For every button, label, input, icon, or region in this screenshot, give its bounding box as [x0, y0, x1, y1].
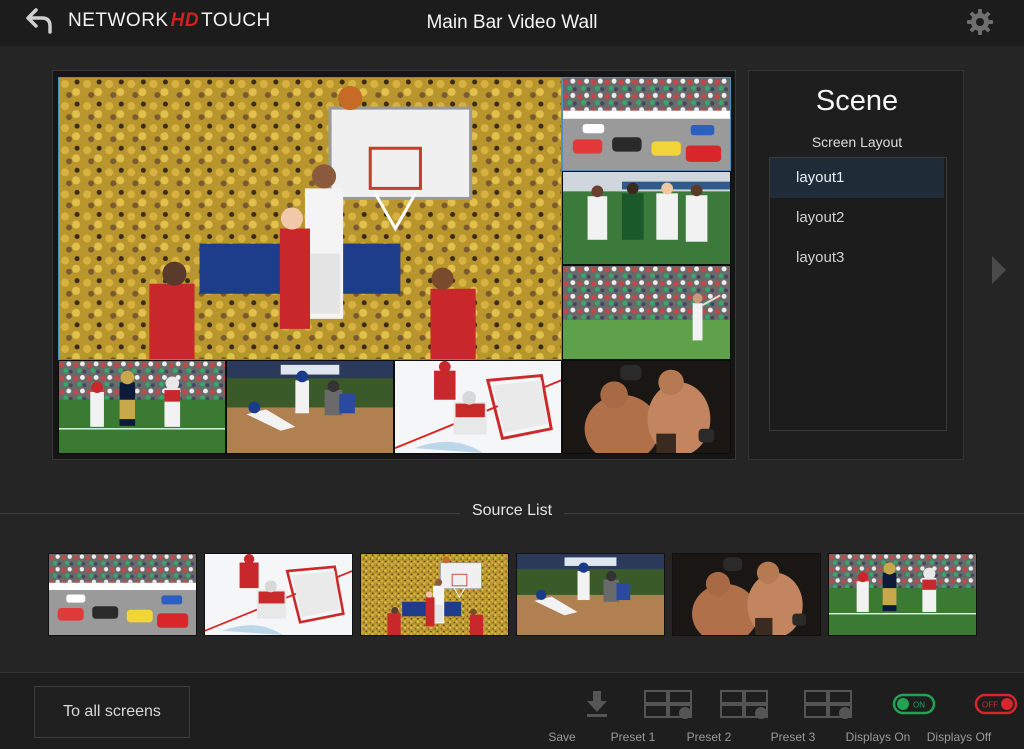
settings-button[interactable] — [966, 8, 994, 36]
displays-off-label: Displays Off — [926, 730, 992, 744]
football-scene-image — [829, 554, 976, 635]
chevron-right-icon — [992, 256, 1006, 284]
displays-off-button[interactable]: OFF Displays Off — [922, 688, 1018, 746]
layout-item-3[interactable]: layout3 — [770, 238, 944, 278]
scene-title: Scene — [815, 85, 899, 117]
displays-on-label: Displays On — [845, 730, 911, 744]
video-wall — [52, 70, 736, 460]
gear-icon — [967, 9, 993, 35]
wall-tile-soccer[interactable] — [562, 171, 731, 265]
displays-on-button[interactable]: ON Displays On — [842, 688, 936, 746]
preset-1-label: Preset 1 — [610, 730, 656, 744]
toggle-off-icon: OFF — [974, 693, 1018, 715]
football-scene-image — [59, 361, 225, 453]
source-thumb-baseball[interactable] — [516, 553, 665, 636]
soccer-scene-image — [563, 172, 730, 264]
preset-2-label: Preset 2 — [686, 730, 732, 744]
mma-scene-image — [563, 361, 730, 453]
hockey-scene-image — [205, 554, 352, 635]
layout-item-2[interactable]: layout2 — [770, 198, 944, 238]
preset-1-button[interactable]: Preset 1 — [598, 688, 692, 746]
source-thumb-football[interactable] — [828, 553, 977, 636]
hockey-scene-image — [395, 361, 561, 453]
source-thumb-basketball[interactable] — [360, 553, 509, 636]
to-all-screens-button[interactable]: To all screens — [34, 686, 190, 738]
next-page-button[interactable] — [988, 254, 1010, 286]
off-text: OFF — [982, 701, 998, 710]
source-list-title-text: Source List — [459, 502, 565, 519]
screen-layout-label: Screen Layout — [811, 134, 903, 150]
racing-scene-image — [49, 554, 196, 635]
layout-list: layout1 layout2 layout3 — [769, 157, 947, 431]
basketball-scene-image — [59, 78, 561, 359]
preset-3-label: Preset 3 — [770, 730, 816, 744]
mma-scene-image — [673, 554, 820, 635]
wall-tile-golf[interactable] — [562, 265, 731, 360]
wall-tile-football[interactable] — [58, 360, 226, 454]
page-title: Main Bar Video Wall — [426, 12, 598, 33]
baseball-scene-image — [227, 361, 393, 453]
racing-scene-image — [563, 78, 730, 170]
golf-scene-image — [563, 266, 730, 359]
basketball-scene-image — [361, 554, 508, 635]
wall-tile-baseball[interactable] — [226, 360, 394, 454]
preset-2-button[interactable]: Preset 2 — [674, 688, 768, 746]
source-thumb-racing[interactable] — [48, 553, 197, 636]
save-button[interactable]: Save — [527, 688, 607, 746]
wall-tile-mma[interactable] — [562, 360, 731, 454]
save-label: Save — [548, 730, 576, 744]
layout-item-1[interactable]: layout1 — [770, 158, 944, 198]
wall-tile-main-basketball[interactable] — [58, 77, 562, 360]
wall-tile-hockey[interactable] — [394, 360, 562, 454]
source-thumb-mma[interactable] — [672, 553, 821, 636]
scene-panel: Scene Screen Layout layout1 layout2 layo… — [748, 70, 964, 460]
source-list-title: Source List — [0, 502, 1024, 520]
baseball-scene-image — [517, 554, 664, 635]
wall-tile-racing[interactable] — [562, 77, 731, 171]
source-thumb-hockey[interactable] — [204, 553, 353, 636]
preset-3-button[interactable]: Preset 3 — [758, 688, 852, 746]
